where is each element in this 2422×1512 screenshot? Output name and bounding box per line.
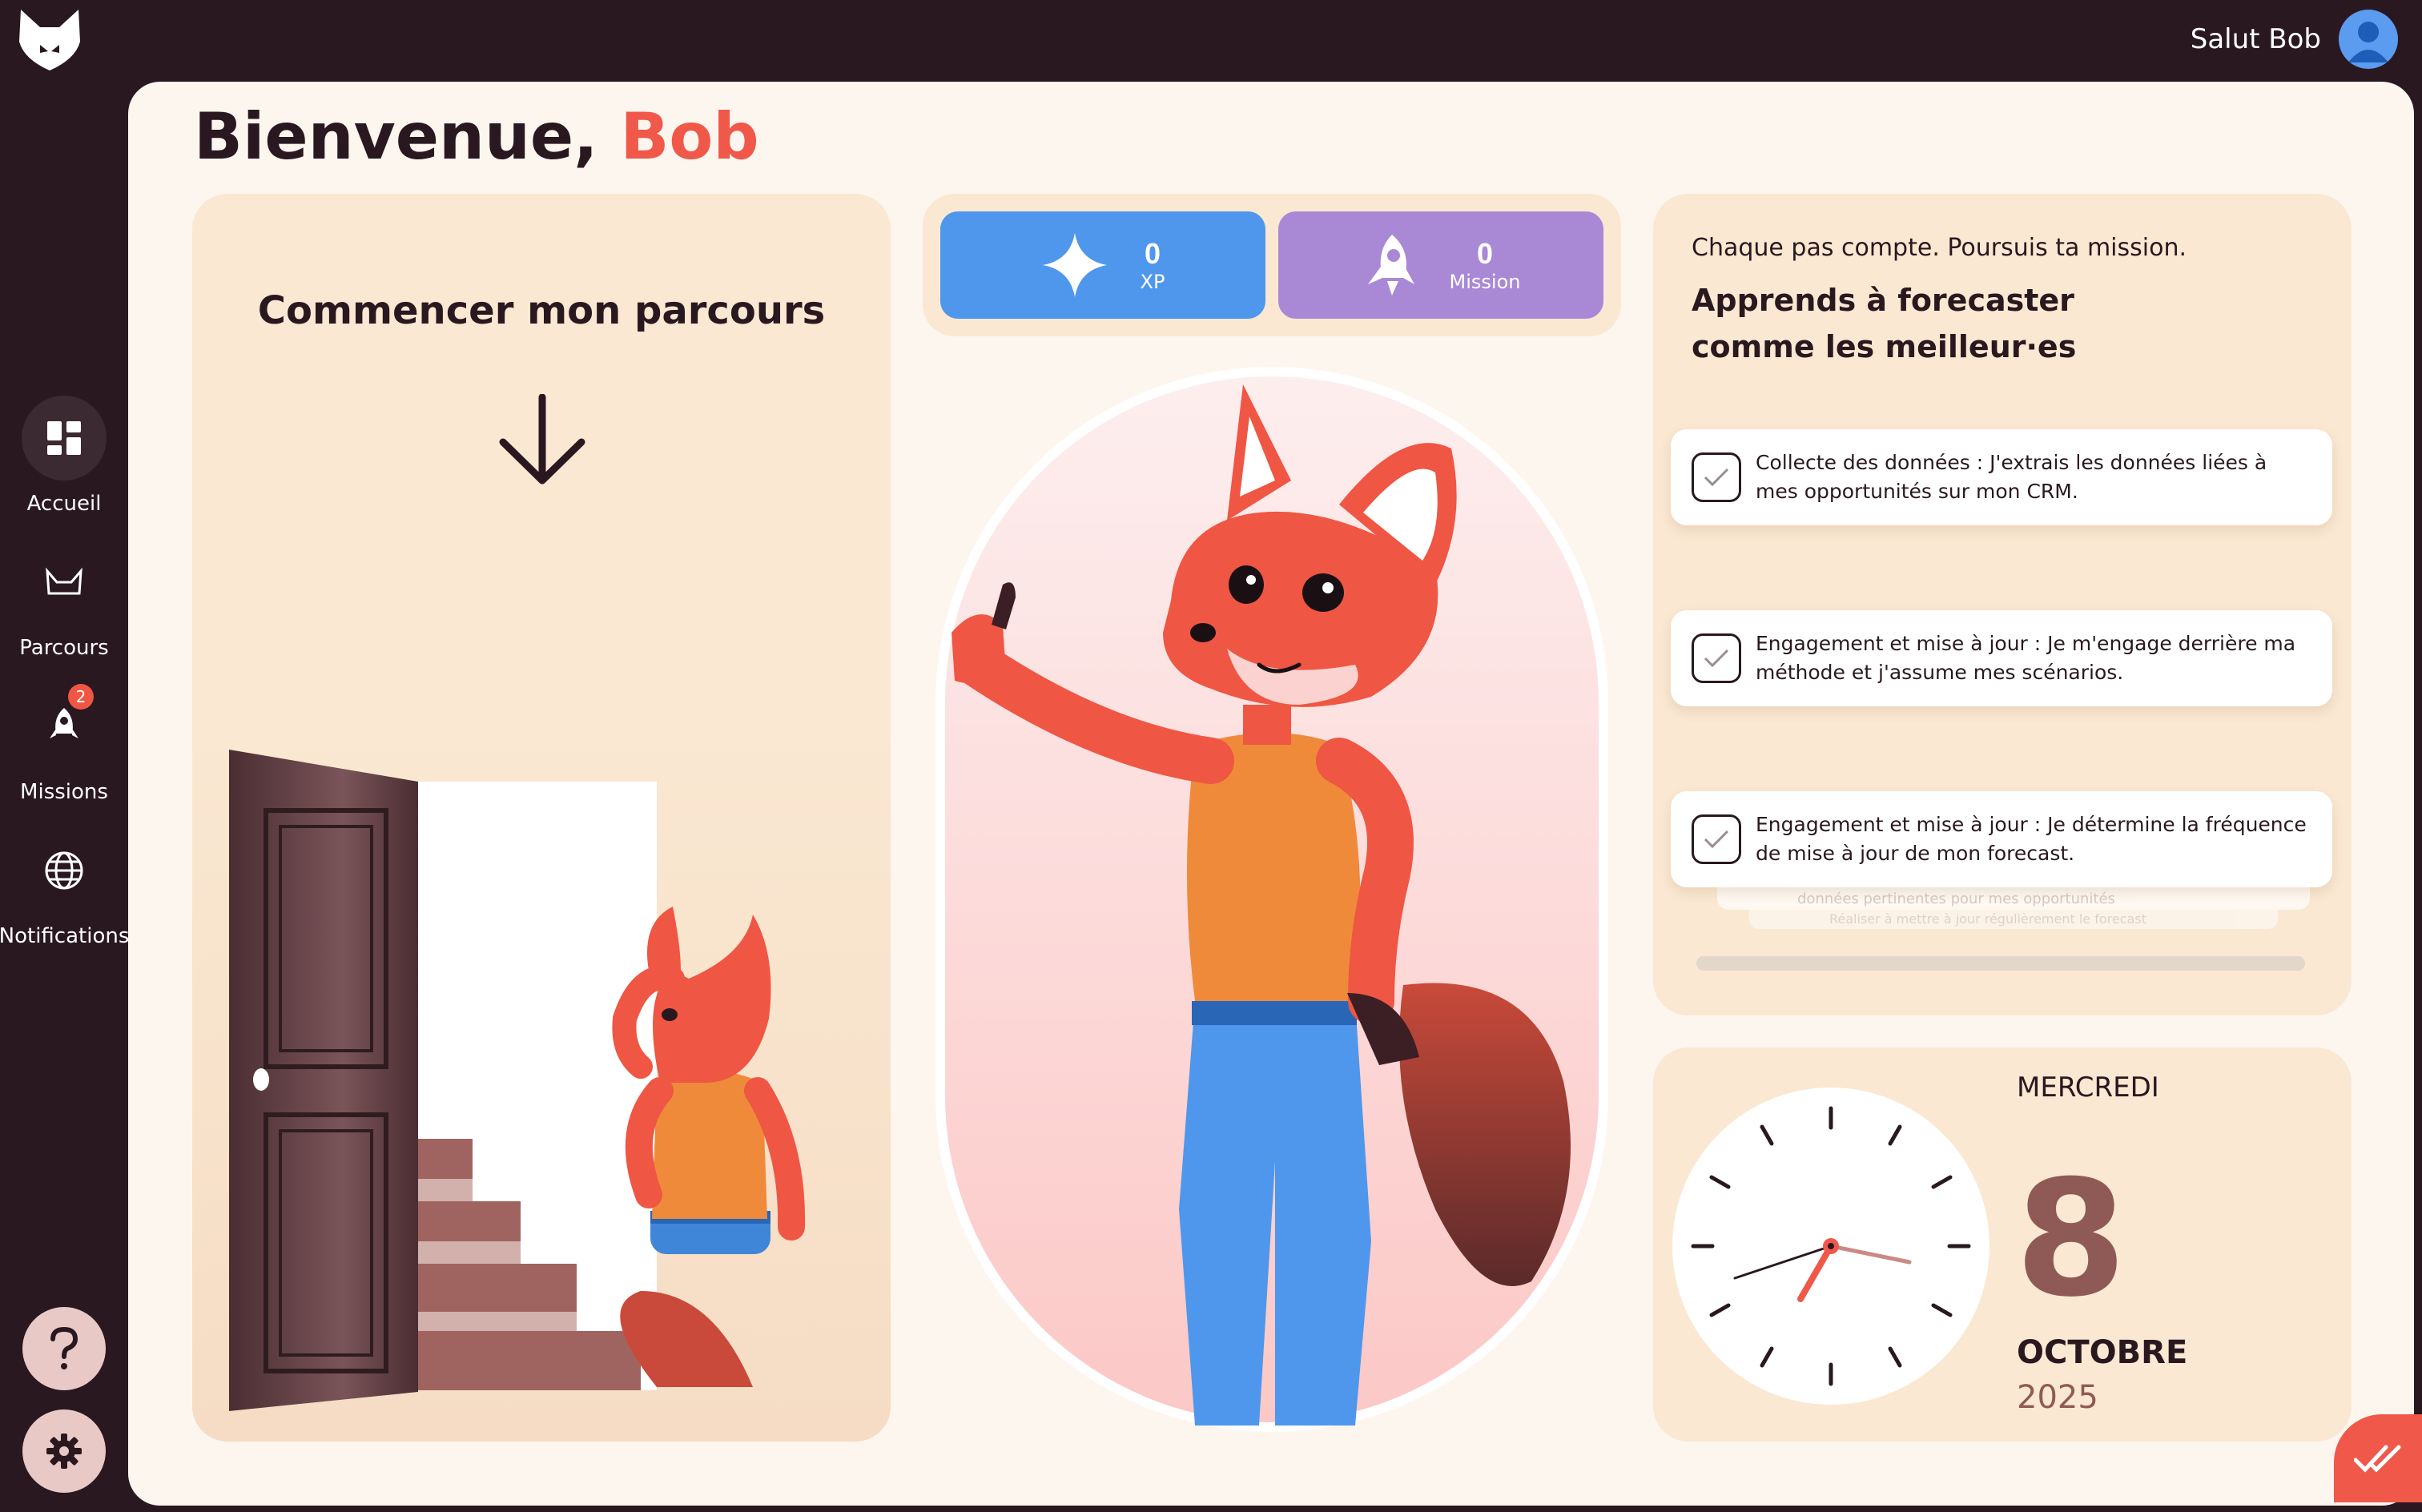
- page-title: Bienvenue, Bob: [194, 99, 759, 174]
- rocket-icon: [1367, 235, 1414, 296]
- ghost-task-text: données pertinentes pour mes opportunité…: [1717, 886, 2310, 910]
- mission-label: Mission: [1449, 271, 1521, 293]
- user-greeting[interactable]: Salut Bob: [2191, 10, 2398, 69]
- stats-bar: 0 XP 0 Mission: [923, 194, 1621, 336]
- year: 2025: [2017, 1379, 2098, 1416]
- help-button[interactable]: [22, 1307, 106, 1390]
- xp-value: 0: [1144, 237, 1161, 270]
- date-card: MERCREDI 8 OCTOBRE 2025: [1653, 1048, 2352, 1442]
- gear-icon: [46, 1434, 82, 1469]
- xp-label: XP: [1140, 271, 1165, 293]
- fox-logo-icon[interactable]: [16, 6, 83, 74]
- sidebar-item-label: Missions: [20, 780, 108, 804]
- day-number: 8: [2015, 1146, 2127, 1333]
- task-scrollbar[interactable]: [1696, 956, 2305, 971]
- sidebar-item-label: Accueil: [26, 492, 102, 516]
- task-text: Collecte des données : J'extrais les don…: [1756, 451, 2267, 503]
- sidebar-item-label: Notifications: [0, 924, 130, 948]
- question-icon: [50, 1326, 78, 1369]
- sidebar-item-missions[interactable]: 2 Missions: [0, 684, 128, 804]
- task-checkbox[interactable]: [1692, 452, 1741, 502]
- sidebar-item-parcours[interactable]: Parcours: [0, 540, 128, 660]
- day-name: MERCREDI: [2017, 1072, 2159, 1104]
- task-checkbox[interactable]: [1692, 633, 1741, 683]
- double-check-icon: [2354, 1445, 2401, 1473]
- start-journey-card[interactable]: Commencer mon parcours: [192, 194, 891, 1442]
- arrow-down-icon: [499, 394, 585, 485]
- task-text: Engagement et mise à jour : Je m'engage …: [1756, 632, 2296, 684]
- rocket-icon: 2: [22, 684, 107, 769]
- analog-clock: [1672, 1088, 1990, 1405]
- task-checkbox[interactable]: [1692, 814, 1741, 864]
- fox-mascot-illustration: [935, 367, 1608, 1432]
- check-icon: [1704, 830, 1729, 849]
- mission-title: Apprends à forecaster comme les meilleur…: [1692, 283, 2077, 364]
- start-journey-heading: Commencer mon parcours: [257, 288, 826, 333]
- greeting-text: Salut Bob: [2190, 23, 2321, 55]
- stacked-tasks-preview: données pertinentes pour mes opportunité…: [1701, 886, 2310, 934]
- title-user-name: Bob: [620, 99, 759, 174]
- month: OCTOBRE: [2017, 1334, 2188, 1371]
- task-item[interactable]: Engagement et mise à jour : Je détermine…: [1671, 791, 2332, 887]
- main-panel: Bienvenue, Bob Commencer mon parcours 0 …: [128, 82, 2422, 1506]
- dashboard-icon: [22, 396, 107, 481]
- globe-icon: [22, 828, 107, 913]
- task-item[interactable]: Collecte des données : J'extrais les don…: [1671, 429, 2332, 525]
- door-illustration: [192, 714, 891, 1442]
- mission-value: 0: [1476, 237, 1493, 270]
- mission-stat[interactable]: 0 Mission: [1278, 211, 1603, 319]
- fox-mask-icon: [22, 540, 107, 625]
- xp-stat[interactable]: 0 XP: [940, 211, 1265, 319]
- task-item[interactable]: Engagement et mise à jour : Je m'engage …: [1671, 610, 2332, 706]
- check-icon: [1704, 468, 1729, 487]
- title-prefix: Bienvenue,: [194, 99, 598, 174]
- sidebar-item-notifications[interactable]: Notifications: [0, 828, 130, 948]
- sidebar-item-accueil[interactable]: Accueil: [0, 396, 128, 516]
- user-avatar-icon[interactable]: [2339, 10, 2398, 69]
- sidebar-item-label: Parcours: [19, 636, 109, 660]
- missions-count-badge: 2: [68, 684, 94, 710]
- check-icon: [1704, 649, 1729, 668]
- sparkle-icon: [1042, 233, 1107, 297]
- mission-subtitle: Chaque pas compte. Poursuis ta mission.: [1692, 234, 2187, 262]
- mission-card: Chaque pas compte. Poursuis ta mission. …: [1653, 194, 2352, 1015]
- quick-action-button[interactable]: [2334, 1414, 2422, 1502]
- ghost-task-text: Réaliser à mettre à jour régulièrement l…: [1749, 910, 2278, 929]
- settings-button[interactable]: [22, 1409, 106, 1493]
- task-text: Engagement et mise à jour : Je détermine…: [1756, 813, 2307, 865]
